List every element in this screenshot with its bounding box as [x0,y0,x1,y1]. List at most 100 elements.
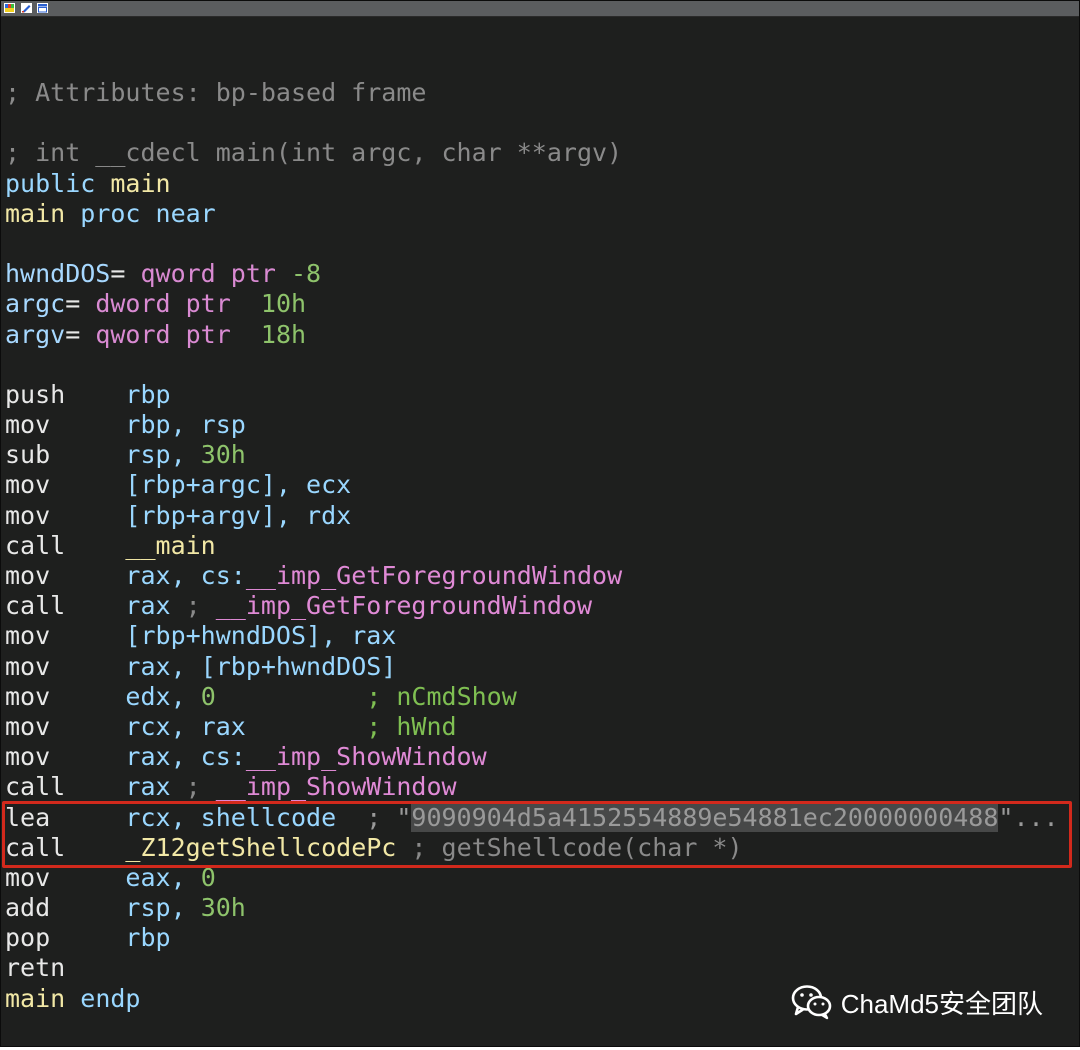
code-token: 0 [200,862,216,892]
code-token: mov [5,470,126,500]
code-line[interactable]: ; Attributes: bp-based frame [5,78,1059,108]
code-line[interactable]: call _Z12getShellcodePc ; getShellcode(c… [5,833,1059,863]
code-token: _Z12getShellcodePc [125,832,397,862]
code-token: = [110,259,141,289]
code-token: rax [125,591,186,621]
code-token: eax, [125,862,201,892]
code-line[interactable]: public main [5,169,1059,199]
disassembly-listing[interactable]: ; Attributes: bp-based frame ; int __cdec… [5,78,1059,1014]
code-token: mov [5,500,126,530]
code-token: qword ptr [140,259,291,289]
code-token: rax, [rbp+hwndDOS] [125,651,397,681]
code-line[interactable]: add rsp, 30h [5,893,1059,923]
code-token: argv [5,319,66,349]
code-token: qword ptr [95,319,261,349]
code-line[interactable]: sub rsp, 30h [5,440,1059,470]
code-token: public [5,168,111,198]
code-token: mov [5,711,126,741]
code-token: = [65,289,96,319]
code-line[interactable] [5,350,1059,380]
code-line[interactable]: mov rax, [rbp+hwndDOS] [5,652,1059,682]
code-token: retn [5,953,66,983]
code-line[interactable]: hwndDOS= qword ptr -8 [5,259,1059,289]
code-line[interactable] [5,229,1059,259]
code-line[interactable]: mov [rbp+argv], rdx [5,501,1059,531]
code-token: call [5,772,126,802]
code-line[interactable]: mov eax, 0 [5,863,1059,893]
graph-toolbar [1,1,1079,17]
code-token: argc [5,289,66,319]
code-token: [rbp+argv], rdx [125,500,352,530]
code-line[interactable]: pop rbp [5,923,1059,953]
code-token: call [5,530,126,560]
code-line[interactable]: retn [5,953,1059,983]
code-token: pop [5,923,126,953]
watermark-text: ChaMd5安全团队 [840,988,1043,1019]
code-token: rsp, [125,893,201,923]
code-line[interactable]: mov edx, 0 ; nCmdShow [5,682,1059,712]
code-token: edx, [125,681,201,711]
code-token: call [5,832,126,862]
code-line[interactable]: call rax ; __imp_ShowWindow [5,772,1059,802]
code-token: proc near [80,198,216,228]
code-token: ; nCmdShow [215,681,517,711]
code-token: ; int __cdecl main(int argc, char **argv… [5,138,623,168]
code-token: main [5,198,81,228]
code-token: main [110,168,171,198]
code-token: -8 [290,259,322,289]
code-token: mov [5,651,126,681]
code-token: ; [185,772,216,802]
code-token: __main [125,530,216,560]
code-token: rbp [125,923,171,953]
code-token: mov [5,561,126,590]
code-line[interactable]: mov rax, cs:__imp_GetForegroundWindow [5,561,1059,591]
disassembly-window: ; Attributes: bp-based frame ; int __cdec… [0,0,1080,1047]
code-line[interactable]: main proc near [5,199,1059,229]
code-token: __imp_ShowWindow [245,742,487,772]
code-line[interactable]: mov [rbp+argc], ecx [5,470,1059,500]
code-token: call [5,591,126,621]
code-line[interactable] [5,108,1059,138]
code-token: 30h [200,893,246,923]
code-line[interactable]: mov rcx, rax ; hWnd [5,712,1059,742]
code-line[interactable]: ; int __cdecl main(int argc, char **argv… [5,138,1059,168]
code-token: rsp, [125,440,201,470]
code-token: lea [5,802,126,832]
code-token: ; [185,591,216,621]
code-token: mov [5,410,126,440]
window-icon[interactable] [37,3,48,13]
code-line[interactable]: argc= dword ptr 10h [5,289,1059,319]
code-line[interactable]: argv= qword ptr 18h [5,320,1059,350]
code-token: 10h [260,289,307,319]
edit-graph-icon[interactable] [21,3,32,13]
code-token: 30h [200,440,246,470]
code-token: push [5,379,126,409]
code-token: rbp, rsp [125,410,246,440]
code-token: __imp_GetForegroundWindow [215,591,593,621]
code-token: ; getShellcode(char *) [396,832,743,862]
code-token: ; " [336,802,412,832]
code-line[interactable]: push rbp [5,380,1059,410]
code-line[interactable]: mov rbp, rsp [5,410,1059,440]
code-token: ; hWnd [245,711,457,741]
code-token: hwndDOS [5,259,111,289]
wechat-icon [791,985,832,1020]
watermark: ChaMd5安全团队 [791,982,1043,1022]
code-token: rcx, rax [125,711,246,741]
code-line[interactable]: lea rcx, shellcode ; "9090904d5a41525548… [5,802,1059,833]
code-token: sub [5,440,126,470]
palette-icon[interactable] [4,3,15,13]
code-token: rcx, shellcode [125,802,337,832]
code-token: __imp_ShowWindow [215,772,457,802]
code-line[interactable]: call rax ; __imp_GetForegroundWindow [5,591,1059,621]
code-line[interactable]: mov rax, cs:__imp_ShowWindow [5,742,1059,772]
highlighted-string: 9090904d5a4152554889e54881ec20000000488 [411,802,999,832]
code-token: mov [5,862,126,892]
code-token: = [65,319,96,349]
code-token: add [5,893,126,923]
code-line[interactable]: mov [rbp+hwndDOS], rax [5,621,1059,651]
code-token: rax [125,772,186,802]
code-token: 0 [200,681,216,711]
code-token: mov [5,742,126,772]
code-line[interactable]: call __main [5,531,1059,561]
